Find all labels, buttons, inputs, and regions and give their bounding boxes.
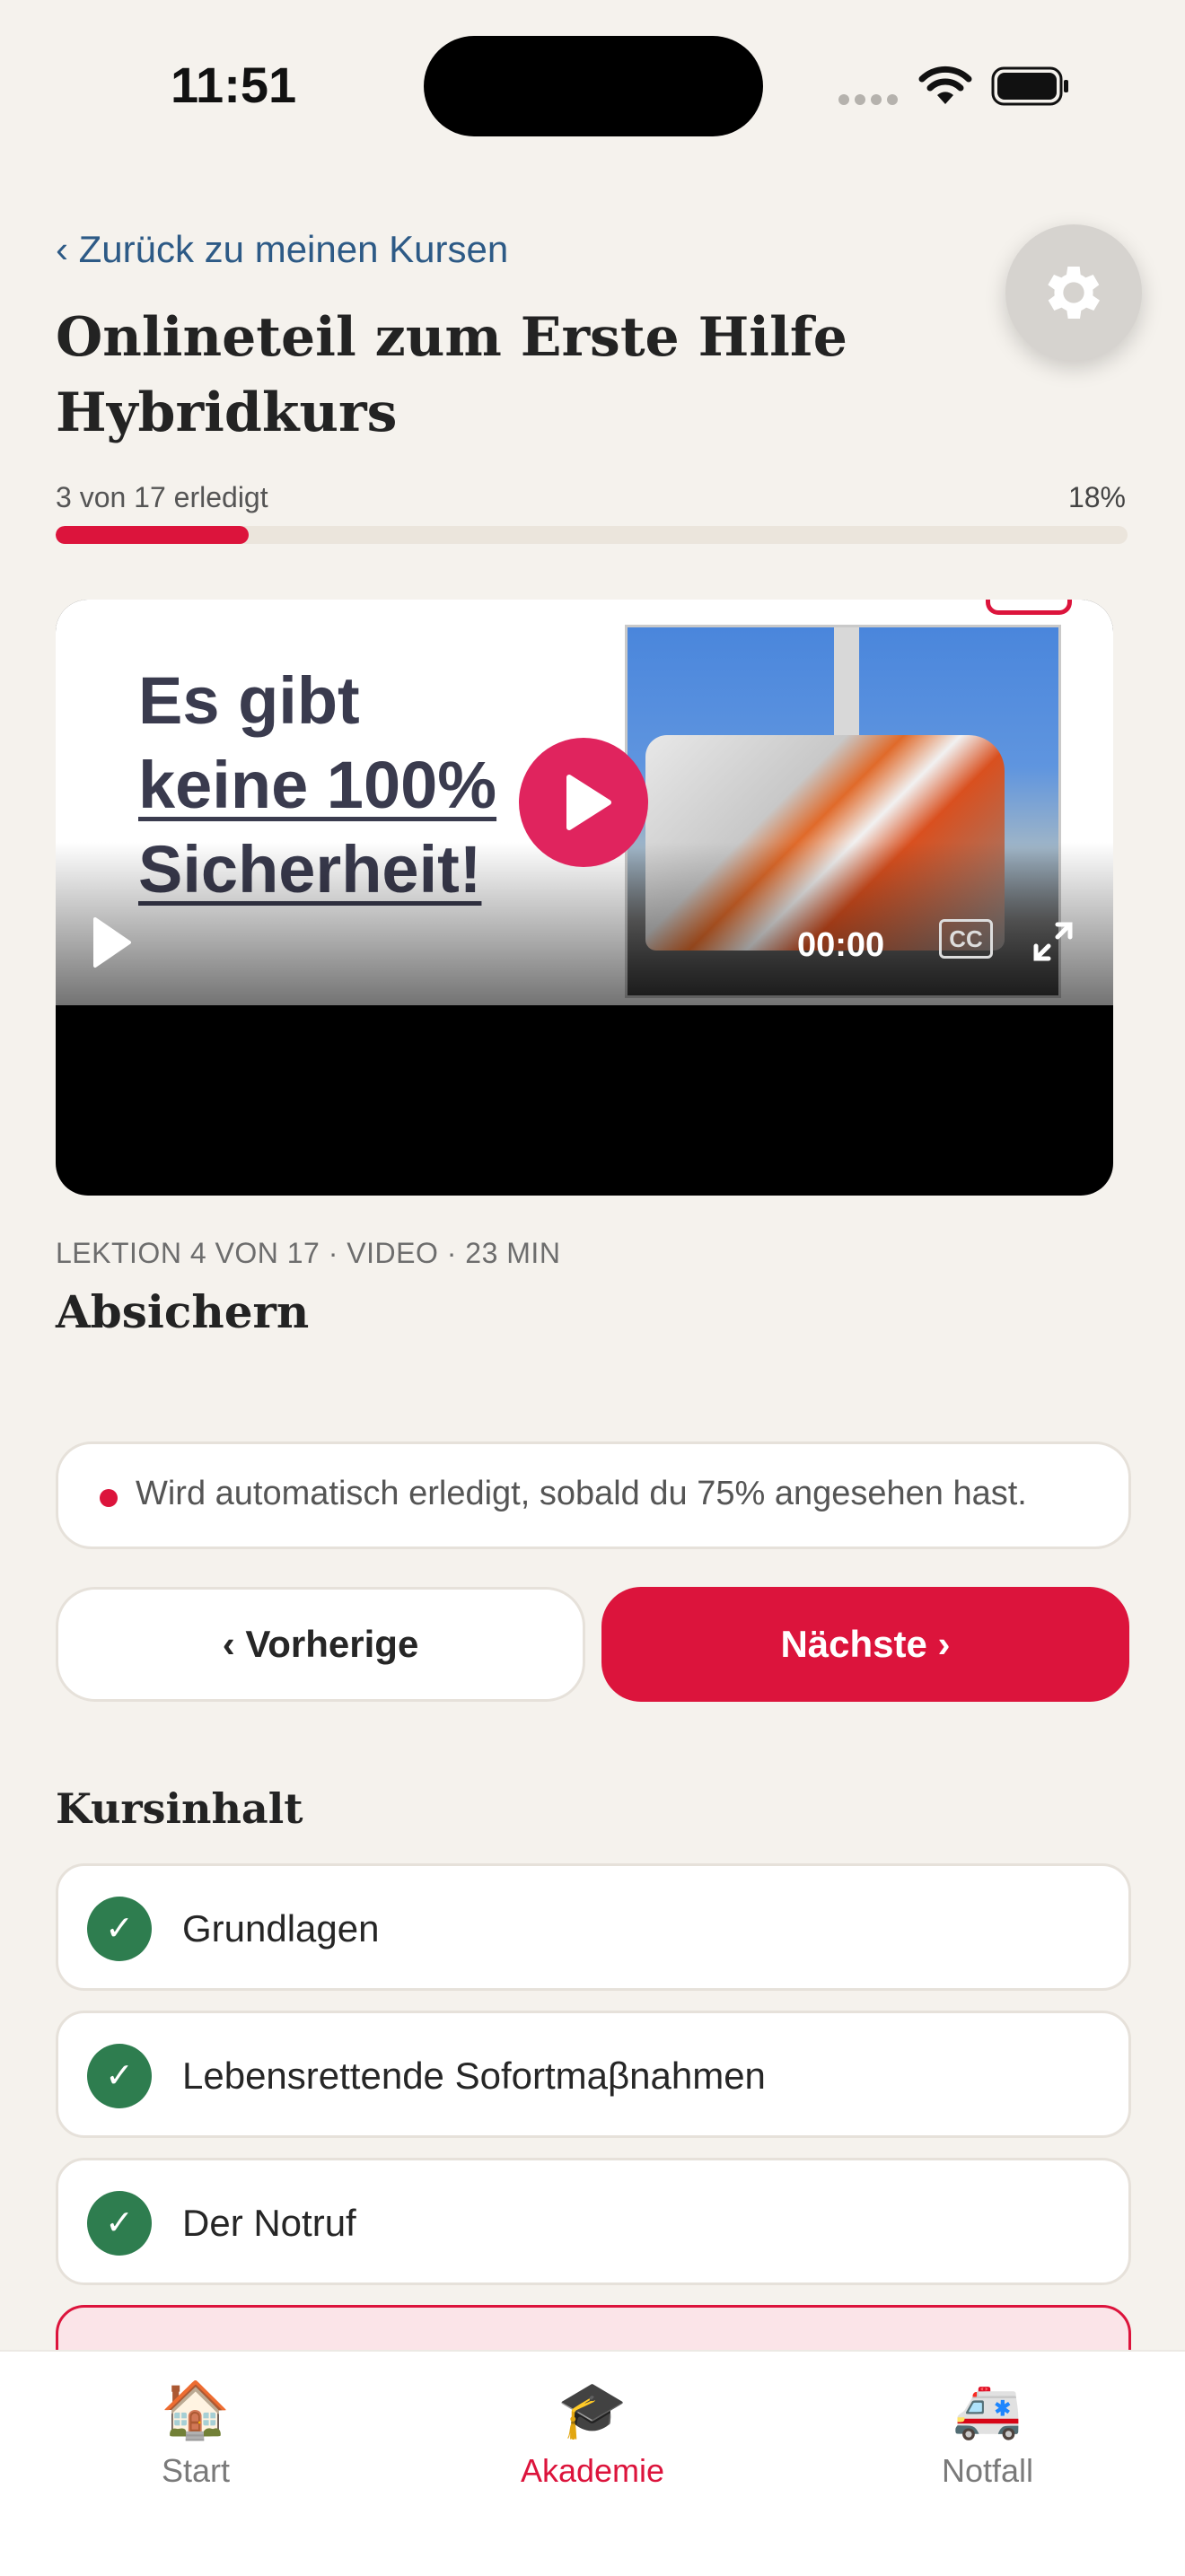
page-title: Onlineteil zum Erste Hilfe Hybridkurs [56, 306, 847, 444]
completion-info: Wird automatisch erledigt, sobald du 75%… [56, 1441, 1131, 1549]
next-lesson-button[interactable]: Nächste › [601, 1587, 1129, 1702]
slide-line-1: Es gibt [138, 663, 360, 738]
course-item-sofortmassnahmen[interactable]: ✓ Lebensrettende Sofortmaβnahmen [56, 2011, 1131, 2138]
video-time: 00:00 [797, 926, 885, 964]
completion-info-text: Wird automatisch erledigt, sobald du 75%… [136, 1475, 1027, 1512]
tab-akademie[interactable]: 🎓 Akademie [485, 2375, 700, 2490]
ambulance-icon: 🚑 [952, 2379, 1023, 2441]
tab-bar: 🏠 Start 🎓 Akademie 🚑 Notfall [0, 2350, 1185, 2576]
battery-icon [991, 66, 1068, 106]
progress-bar-fill [56, 526, 249, 544]
tab-label: Notfall [941, 2452, 1034, 2489]
check-icon: ✓ [87, 2191, 152, 2256]
tab-label: Akademie [520, 2452, 665, 2489]
course-content-title: Kursinhalt [56, 1784, 303, 1833]
gear-icon [1048, 267, 1100, 319]
course-item-label: Grundlagen [182, 1907, 380, 1950]
tab-start[interactable]: 🏠 Start [88, 2375, 303, 2490]
video-play-button[interactable] [519, 738, 648, 867]
course-item-notruf[interactable]: ✓ Der Notruf [56, 2158, 1131, 2285]
previous-lesson-button[interactable]: ‹ Vorherige [56, 1587, 585, 1702]
course-item-grundlagen[interactable]: ✓ Grundlagen [56, 1863, 1131, 1991]
back-to-courses-link[interactable]: ‹ Zurück zu meinen Kursen [56, 228, 508, 271]
video-red-tab [986, 600, 1072, 615]
dynamic-island [424, 36, 763, 136]
progress-percent: 18% [1067, 481, 1126, 513]
signal-dots-icon [838, 93, 903, 110]
house-icon: 🏠 [161, 2379, 231, 2441]
play-icon [93, 917, 131, 968]
course-item-label: Der Notruf [182, 2202, 356, 2244]
check-icon: ✓ [87, 1897, 152, 1961]
lesson-title: Absichern [56, 1285, 310, 1338]
graduation-cap-icon: 🎓 [557, 2379, 628, 2441]
wifi-icon [917, 65, 973, 110]
progress-label: 3 von 17 erledigt [56, 481, 268, 513]
play-icon [566, 775, 611, 830]
tab-label: Start [161, 2452, 231, 2489]
settings-button[interactable] [1005, 224, 1142, 361]
status-time: 11:51 [171, 57, 297, 113]
controls-play-button[interactable] [90, 916, 135, 974]
check-icon: ✓ [87, 2044, 152, 2108]
fullscreen-icon [1033, 922, 1073, 961]
course-item-label: Lebensrettende Sofortmaβnahmen [182, 2055, 766, 2097]
slide-line-2: keine 100% [138, 748, 497, 822]
video-player[interactable]: Es gibt keine 100% Sicherheit! 00:00 CC [56, 600, 1113, 1196]
tab-notfall[interactable]: 🚑 Notfall [880, 2375, 1095, 2490]
captions-button[interactable]: CC [939, 919, 993, 959]
info-dot-icon [100, 1489, 118, 1507]
lesson-meta: LEKTION 4 VON 17 · VIDEO · 23 MIN [56, 1237, 561, 1269]
fullscreen-button[interactable] [1031, 919, 1075, 968]
progress-bar [56, 526, 1128, 544]
